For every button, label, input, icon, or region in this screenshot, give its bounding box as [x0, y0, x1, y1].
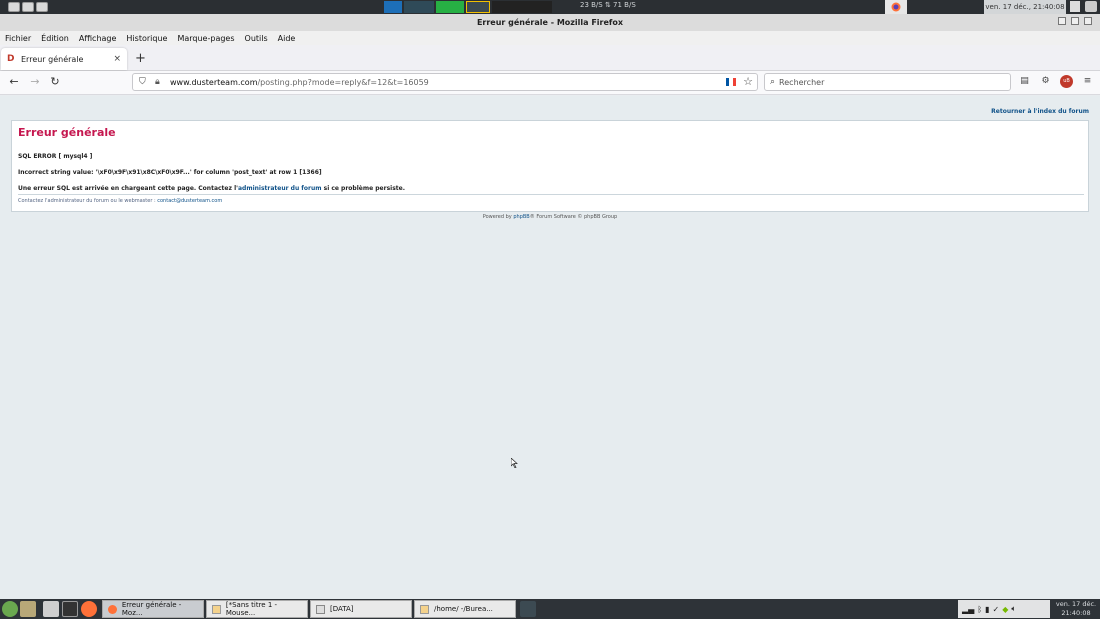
- error-panel: Erreur générale SQL ERROR [ mysql4 ] Inc…: [11, 120, 1089, 212]
- firefox-launcher-icon[interactable]: [885, 0, 907, 14]
- tab-title: Erreur générale: [21, 54, 84, 64]
- panel-button[interactable]: [22, 2, 34, 12]
- taskbar-item-label: [DATA]: [330, 605, 354, 613]
- reader-view-icon[interactable]: ▤: [1018, 75, 1031, 88]
- url-bar[interactable]: ⛉ 🔒︎ www.dusterteam.com/posting.php?mode…: [132, 73, 758, 91]
- back-button[interactable]: ←: [7, 75, 21, 89]
- close-window-button[interactable]: [1084, 17, 1092, 25]
- lock-icon[interactable]: 🔒︎: [155, 77, 165, 87]
- menu-historique[interactable]: Historique: [126, 34, 167, 43]
- taskbar-item-home[interactable]: /home/ -/Burea...: [414, 600, 516, 618]
- net-speed: 23 B/S ⇅ 71 B/S: [580, 1, 636, 9]
- panel-button[interactable]: [8, 2, 20, 12]
- search-input[interactable]: ⌕ Rechercher: [764, 73, 1011, 91]
- window-titlebar: Erreur générale - Mozilla Firefox: [0, 14, 1100, 31]
- folder-icon: [316, 604, 325, 614]
- files-launcher-icon[interactable]: [20, 601, 36, 617]
- nvidia-icon[interactable]: ◆: [1002, 605, 1008, 614]
- mem-graph: [404, 1, 434, 13]
- hamburger-menu-icon[interactable]: ≡: [1081, 75, 1094, 88]
- toolbar-icons: ▤ ⚙ uB ≡: [1018, 75, 1094, 88]
- cpu-graph: [384, 1, 402, 13]
- editor-icon: [212, 604, 221, 614]
- site-favicon-icon: D: [7, 54, 15, 64]
- terminal-launcher-icon[interactable]: [62, 601, 78, 617]
- editor-launcher-icon[interactable]: [43, 601, 59, 617]
- tray-icon[interactable]: [1070, 1, 1080, 12]
- panel-button[interactable]: [36, 2, 48, 12]
- menu-fichier[interactable]: Fichier: [5, 34, 31, 43]
- menu-edition[interactable]: Édition: [41, 34, 69, 43]
- navigation-bar: ← → ↻ ⛉ 🔒︎ www.dusterteam.com/posting.ph…: [0, 71, 1100, 95]
- editor-icon: [420, 604, 429, 614]
- tab-erreur-generale[interactable]: D Erreur générale ×: [1, 48, 127, 70]
- minimize-button[interactable]: [1058, 17, 1066, 25]
- error-heading: Erreur générale: [18, 126, 116, 139]
- powered-by: Powered by phpBB® Forum Software © phpBB…: [482, 214, 618, 220]
- close-tab-icon[interactable]: ×: [113, 54, 121, 64]
- ublock-icon[interactable]: uB: [1060, 75, 1073, 88]
- disk-graph: [492, 1, 552, 13]
- error-message: Une erreur SQL est arrivée en chargeant …: [18, 185, 405, 192]
- menu-outils[interactable]: Outils: [245, 34, 268, 43]
- start-menu-icon[interactable]: [2, 601, 18, 617]
- tray-icon[interactable]: [1085, 1, 1097, 12]
- battery-icon[interactable]: ▮: [985, 605, 989, 614]
- new-tab-button[interactable]: +: [135, 51, 146, 66]
- sql-error-label: SQL ERROR [ mysql4 ]: [18, 153, 93, 160]
- window-title: Erreur générale - Mozilla Firefox: [476, 18, 624, 27]
- menu-aide[interactable]: Aide: [278, 34, 296, 43]
- shield-icon[interactable]: ⛉: [139, 77, 149, 87]
- error-detail: Incorrect string value: '\xF0\x9F\x91\x8…: [18, 169, 322, 176]
- page-content: Retourner à l'index du forum Erreur géné…: [0, 96, 1100, 599]
- menu-marque-pages[interactable]: Marque-pages: [177, 34, 234, 43]
- mouse-cursor-icon: [511, 458, 518, 468]
- panel-window-buttons[interactable]: [8, 2, 48, 12]
- forward-button[interactable]: →: [28, 75, 42, 89]
- maximize-button[interactable]: [1071, 17, 1079, 25]
- firefox-icon: [108, 604, 117, 614]
- taskbar-clock[interactable]: ven. 17 déc. 21:40:08: [1052, 599, 1100, 619]
- contact-footer: Contactez l'administrateur du forum ou l…: [18, 198, 223, 204]
- shield-icon[interactable]: ✓: [993, 605, 1000, 614]
- return-to-index-link[interactable]: Retourner à l'index du forum: [991, 108, 1089, 115]
- reload-button[interactable]: ↻: [48, 75, 62, 89]
- load-graph: [466, 1, 490, 13]
- system-top-panel: 23 B/S ⇅ 71 B/S ven. 17 déc., 21:40:08: [0, 0, 1100, 14]
- signal-icon[interactable]: ▂▄: [962, 605, 974, 614]
- url-text[interactable]: www.dusterteam.com/posting.php?mode=repl…: [170, 78, 429, 87]
- taskbar-item-label: [*Sans titre 1 - Mouse...: [225, 601, 278, 617]
- taskbar: Erreur générale - Moz... [*Sans titre 1 …: [0, 599, 1100, 619]
- net-graph: [436, 1, 464, 13]
- firefox-launcher-icon[interactable]: [81, 601, 97, 617]
- taskbar-item-firefox[interactable]: Erreur générale - Moz...: [102, 600, 204, 618]
- menu-affichage[interactable]: Affichage: [79, 34, 117, 43]
- divider: [18, 194, 1084, 195]
- taskbar-item-data[interactable]: [DATA]: [310, 600, 412, 618]
- admin-link[interactable]: administrateur du forum: [238, 185, 322, 192]
- contact-email-link[interactable]: contact@dusterteam.com: [157, 198, 222, 204]
- workspace-switcher[interactable]: [520, 601, 536, 617]
- bookmark-star-icon[interactable]: ☆: [743, 75, 753, 88]
- french-flag-icon[interactable]: [726, 78, 736, 86]
- menu-bar: Fichier Édition Affichage Historique Mar…: [0, 31, 1100, 45]
- window-controls: [1058, 17, 1092, 25]
- search-icon: ⌕: [770, 77, 776, 87]
- search-placeholder: Rechercher: [779, 77, 825, 87]
- taskbar-item-mousepad[interactable]: [*Sans titre 1 - Mouse...: [206, 600, 308, 618]
- tab-bar: D Erreur générale × +: [0, 45, 1100, 71]
- taskbar-item-label: /home/ -/Burea...: [434, 605, 493, 613]
- system-tray: ▂▄ ᛒ ▮ ✓ ◆ 🔈︎: [958, 600, 1050, 618]
- top-clock[interactable]: ven. 17 déc., 21:40:08: [984, 0, 1066, 14]
- volume-icon[interactable]: 🔈︎: [1011, 604, 1016, 614]
- phpbb-link[interactable]: phpBB: [513, 214, 529, 220]
- bluetooth-icon[interactable]: ᛒ: [977, 605, 982, 614]
- extension-icon[interactable]: ⚙: [1039, 75, 1052, 88]
- taskbar-item-label: Erreur générale - Moz...: [121, 601, 182, 617]
